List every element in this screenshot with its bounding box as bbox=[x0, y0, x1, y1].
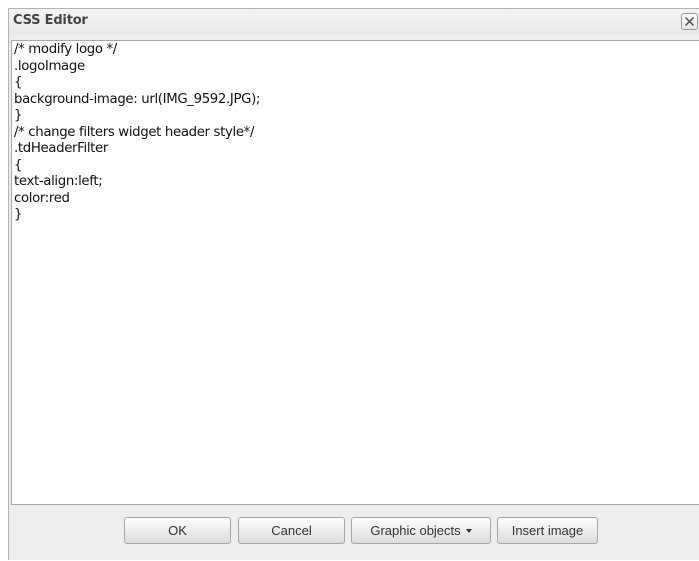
code-line: { bbox=[14, 75, 23, 90]
graphic-objects-dropdown-button[interactable]: Graphic objects bbox=[351, 517, 491, 544]
ok-button-label: OK bbox=[168, 523, 187, 538]
code-line: } bbox=[14, 108, 23, 123]
close-button[interactable] bbox=[681, 13, 698, 30]
code-line: /* change filters widget header style*/ bbox=[14, 124, 255, 140]
close-icon bbox=[685, 17, 694, 26]
caret-down-icon bbox=[465, 528, 472, 533]
code-line: .logoImage bbox=[14, 58, 85, 74]
code-line: .tdHeaderFilter bbox=[14, 141, 108, 156]
code-line: { bbox=[14, 157, 23, 173]
code-line: } bbox=[14, 207, 23, 222]
css-code-textarea[interactable]: /* modify logo */ .logoImage { backgroun… bbox=[11, 40, 699, 505]
dialog-title: CSS Editor bbox=[13, 13, 88, 28]
insert-image-label: Insert image bbox=[511, 523, 584, 538]
code-line: background-image: url(IMG_9592.JPG); bbox=[14, 91, 261, 107]
graphic-objects-label: Graphic objects bbox=[370, 523, 461, 538]
code-line: /* modify logo */ bbox=[14, 42, 117, 57]
code-content[interactable]: /* modify logo */ .logoImage { backgroun… bbox=[12, 41, 699, 224]
code-line: text-align:left; bbox=[14, 174, 103, 189]
dialog-titlebar[interactable]: CSS Editor bbox=[9, 9, 699, 35]
insert-image-button[interactable]: Insert image bbox=[497, 517, 598, 544]
cancel-button[interactable]: Cancel bbox=[238, 517, 345, 544]
ok-button[interactable]: OK bbox=[124, 517, 231, 544]
cancel-button-label: Cancel bbox=[271, 523, 312, 538]
button-bar: OK Cancel Graphic objects Insert image bbox=[9, 505, 699, 561]
code-line: color:red bbox=[14, 190, 70, 206]
css-editor-dialog: CSS Editor /* modify logo */ .logoImage … bbox=[8, 8, 699, 560]
